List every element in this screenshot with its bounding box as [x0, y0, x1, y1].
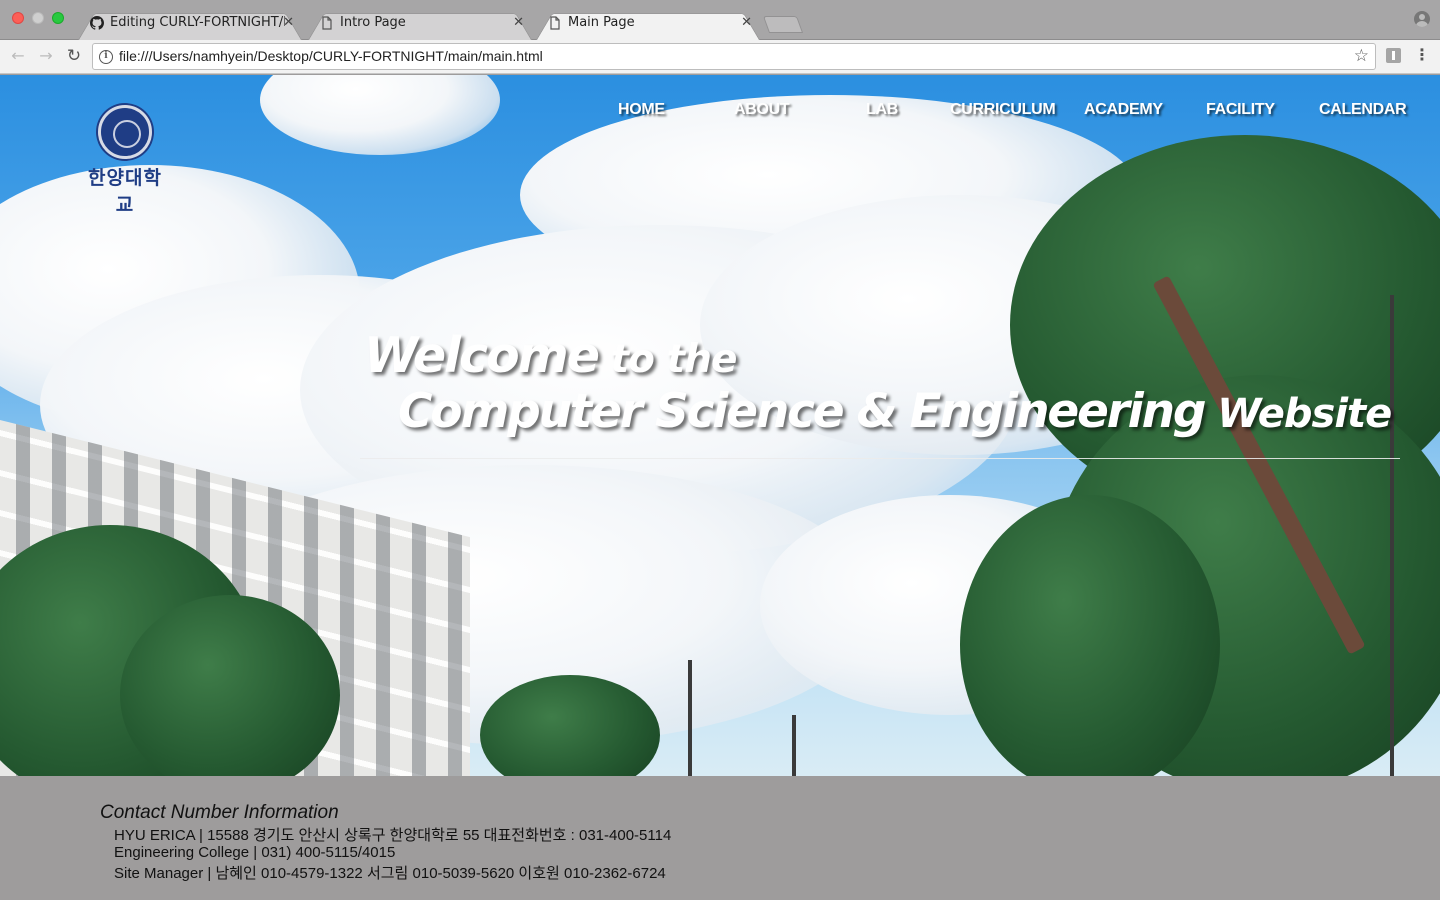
tab-title: Main Page [568, 15, 635, 30]
nav-about[interactable]: ABOUT [734, 101, 790, 119]
nav-curriculum[interactable]: CURRICULUM [950, 101, 1056, 119]
new-tab-button[interactable] [762, 16, 804, 33]
url-text[interactable]: file:///Users/namhyein/Desktop/CURLY-FOR… [119, 48, 543, 64]
window-maximize-button[interactable] [52, 12, 64, 24]
nav-calendar[interactable]: CALENDAR [1319, 101, 1407, 119]
window-minimize-button[interactable] [32, 12, 44, 24]
contact-line-manager: Site Manager | 남혜인 010-4579-1322 서그림 010… [114, 865, 666, 882]
department-suffix: Website [1204, 391, 1392, 437]
university-seal-icon [98, 105, 152, 159]
tab-intro-page[interactable]: Intro Page ✕ [302, 8, 538, 40]
tab-editing-curly-fortnight[interactable]: Editing CURLY-FORTNIGHT/RE ✕ [72, 8, 308, 40]
lamp-post [688, 660, 692, 776]
cloud-shape [260, 75, 500, 155]
logo-text: 한양대학교 [88, 167, 162, 216]
contact-line-college: Engineering College | 031) 400-5115/4015 [114, 844, 396, 861]
nav-facility[interactable]: FACILITY [1206, 101, 1275, 119]
nav-lab[interactable]: LAB [866, 101, 898, 119]
page-icon [322, 16, 332, 30]
university-logo[interactable]: 한양대학교 [80, 105, 170, 217]
tab-main-page[interactable]: Main Page ✕ [530, 8, 766, 40]
welcome-word: Welcome [364, 327, 600, 384]
browser-toolbar: ← → ↻ i file:///Users/namhyein/Desktop/C… [0, 40, 1440, 74]
back-arrow-icon[interactable]: ← [8, 46, 28, 66]
address-bar[interactable]: i file:///Users/namhyein/Desktop/CURLY-F… [92, 43, 1376, 70]
nav-academy[interactable]: ACADEMY [1084, 101, 1163, 119]
welcome-heading: Welcome to the [364, 327, 738, 384]
footer: Contact Number Information HYU ERICA | 1… [0, 776, 1440, 900]
nav-home[interactable]: HOME [618, 101, 665, 119]
extension-icon[interactable] [1386, 48, 1401, 63]
info-icon[interactable]: i [99, 50, 113, 64]
department-heading: Computer Science & Engineering Website [398, 384, 1392, 439]
lamp-post [792, 715, 796, 776]
forward-arrow-icon[interactable]: → [36, 46, 56, 66]
bookmark-star-icon[interactable]: ☆ [1354, 46, 1369, 66]
browser-tab-bar: Editing CURLY-FORTNIGHT/RE ✕ Intro Page … [0, 0, 1440, 40]
reload-icon[interactable]: ↻ [64, 46, 84, 66]
department-name: Computer Science & Engineering [398, 384, 1206, 439]
tab-close-icon[interactable]: ✕ [283, 8, 294, 38]
heading-divider [360, 458, 1400, 459]
pine-tree [960, 495, 1220, 776]
tab-title: Editing CURLY-FORTNIGHT/RE [110, 15, 285, 30]
lamp-post [1390, 295, 1394, 776]
tab-title: Intro Page [340, 15, 406, 30]
contact-title: Contact Number Information [100, 802, 339, 823]
tab-close-icon[interactable]: ✕ [513, 8, 524, 38]
kebab-menu-icon[interactable]: ⋮ [1414, 45, 1430, 65]
github-icon [90, 16, 104, 30]
window-close-button[interactable] [12, 12, 24, 24]
page-icon [550, 16, 560, 30]
profile-icon[interactable] [1414, 11, 1430, 27]
contact-line-address: HYU ERICA | 15588 경기도 안산시 상록구 한양대학로 55 대… [114, 827, 672, 844]
welcome-suffix: to the [597, 337, 738, 382]
tab-close-icon[interactable]: ✕ [741, 8, 752, 38]
hero-banner: 한양대학교 HOME ABOUT LAB CURRICULUM ACADEMY … [0, 75, 1440, 776]
